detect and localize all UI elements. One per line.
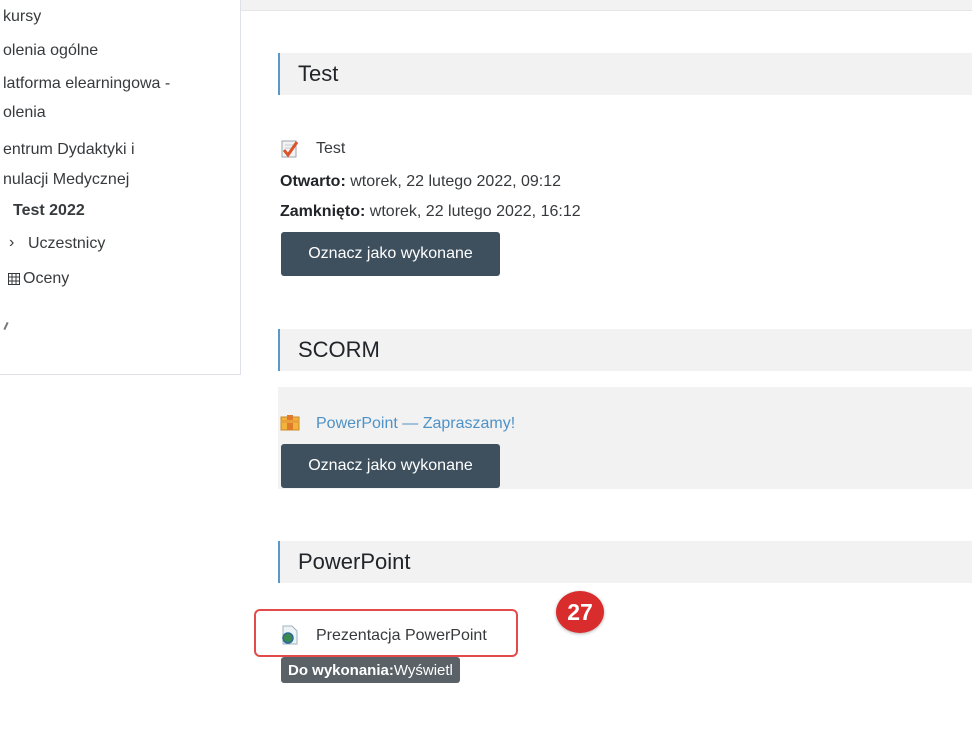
quiz-checkmark-icon bbox=[280, 139, 300, 159]
section-title: Test bbox=[298, 61, 339, 86]
closed-date: Zamknięto: wtorek, 22 lutego 2022, 16:12 bbox=[280, 203, 581, 221]
opened-date: Otwarto: wtorek, 22 lutego 2022, 09:12 bbox=[280, 173, 561, 191]
sidebar-item-participants[interactable]: Uczestnicy bbox=[28, 235, 105, 253]
sidebar-item-current-course[interactable]: Test 2022 bbox=[13, 202, 85, 220]
section-title: SCORM bbox=[298, 337, 380, 362]
opened-label: Otwarto: bbox=[280, 173, 346, 190]
sidebar-item-elearning-platform[interactable]: latforma elearningowa - bbox=[3, 75, 170, 93]
sidebar-item-elearning-platform-cont[interactable]: olenia bbox=[3, 104, 46, 122]
annotation-highlight-box bbox=[254, 609, 518, 657]
sidebar-item-courses[interactable]: kursy bbox=[3, 8, 41, 26]
section-header-test: Test bbox=[278, 53, 972, 95]
chevron-right-icon[interactable]: › bbox=[9, 234, 14, 252]
section-header-powerpoint: PowerPoint bbox=[278, 541, 972, 583]
todo-value: Wyświetl bbox=[393, 661, 453, 679]
sidebar-item-general-trainings[interactable]: olenia ogólne bbox=[3, 42, 98, 60]
todo-label: Do wykonania: bbox=[288, 661, 394, 679]
scorm-package-icon bbox=[280, 413, 300, 433]
section-header-scorm: SCORM bbox=[278, 329, 972, 371]
closed-value: wtorek, 22 lutego 2022, 16:12 bbox=[365, 203, 581, 220]
activity-link-scorm[interactable]: PowerPoint — Zapraszamy! bbox=[316, 415, 515, 433]
grades-table-icon bbox=[8, 272, 20, 285]
sidebar-item-didactics-center[interactable]: entrum Dydaktyki i bbox=[3, 141, 135, 159]
sidebar-item-grades[interactable]: Oceny bbox=[23, 270, 69, 288]
annotation-step-badge: 27 bbox=[556, 591, 604, 633]
opened-value: wtorek, 22 lutego 2022, 09:12 bbox=[345, 173, 562, 190]
closed-label: Zamknięto: bbox=[280, 203, 366, 220]
mark-as-done-button[interactable]: Oznacz jako wykonane bbox=[281, 232, 500, 276]
mark-as-done-button[interactable]: Oznacz jako wykonane bbox=[281, 444, 500, 488]
sidebar-fragment bbox=[3, 321, 9, 331]
completion-requirement-badge: Do wykonania: Wyświetl bbox=[281, 657, 460, 683]
activity-link-test[interactable]: Test bbox=[316, 140, 345, 158]
section-title: PowerPoint bbox=[298, 549, 411, 574]
sidebar-item-didactics-center-cont[interactable]: nulacji Medycznej bbox=[3, 171, 129, 189]
course-navigation-sidebar: kursy olenia ogólne latforma elearningow… bbox=[0, 0, 241, 375]
